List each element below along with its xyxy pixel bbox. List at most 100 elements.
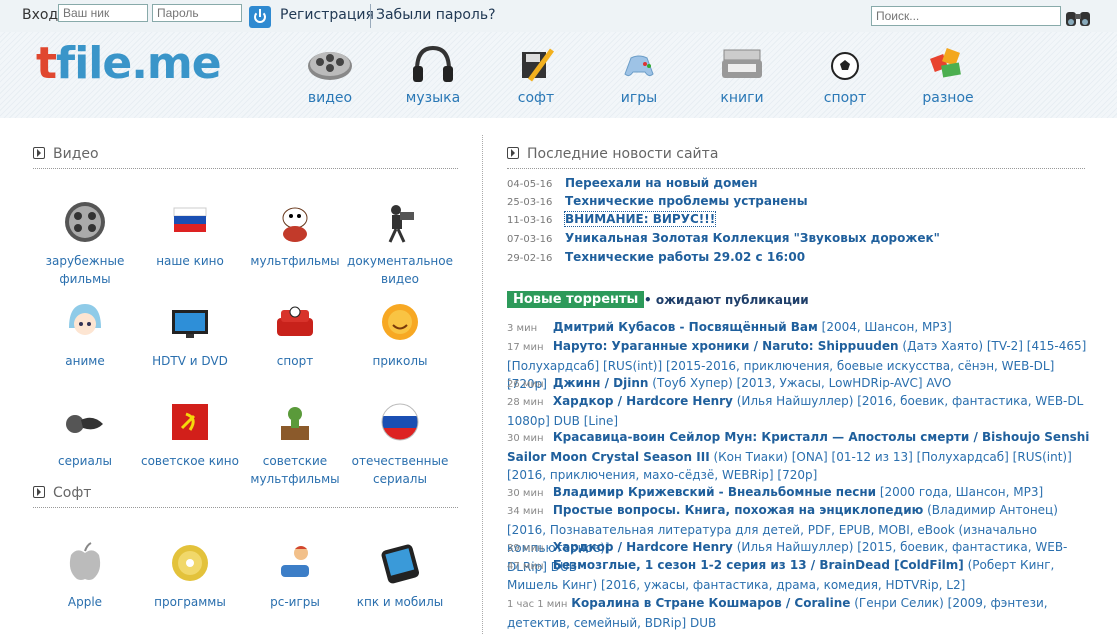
tile-documentary[interactable]: документальное видео — [345, 200, 455, 288]
torrent-title[interactable]: Коралина в Стране Кошмаров / Coraline — [571, 596, 850, 610]
video-section-title[interactable]: Видео — [33, 146, 99, 162]
tile-our-cinema[interactable]: наше кино — [135, 200, 245, 270]
video-title-text: Видео — [53, 146, 99, 162]
film-reel-icon — [308, 52, 352, 80]
tile-pc-games[interactable]: pc-игры — [240, 541, 350, 611]
tile-sport[interactable]: спорт — [240, 300, 350, 370]
news-title[interactable]: Технические проблемы устранены — [565, 194, 808, 208]
category-label: книги — [720, 90, 764, 106]
torrent-time: 47 мин — [507, 561, 544, 572]
category-sport[interactable]: спорт — [805, 44, 885, 106]
cartoon-cow-icon — [282, 207, 308, 242]
tile-apple[interactable]: Apple — [30, 541, 140, 611]
gamepad-icon — [624, 55, 654, 77]
torrent-row[interactable]: 30 мин Владимир Крижевский - Внеальбомны… — [507, 483, 1092, 503]
apple-icon — [69, 542, 101, 580]
news-date: 11-03-16 — [507, 215, 553, 226]
category-label: софт — [517, 90, 555, 106]
torrent-details: (Тоуб Хупер) [2013, Ужасы, LowHDRip-AVC]… — [648, 376, 952, 390]
tile-pda-mobile[interactable]: кпк и мобилы — [345, 541, 455, 611]
arrow-icon — [33, 147, 45, 159]
arrow-icon — [33, 486, 45, 498]
register-link[interactable]: Регистрация — [280, 7, 374, 23]
tile-soviet-cartoons[interactable]: советские мультфильмы — [240, 400, 350, 488]
tile-domestic-series[interactable]: отечественные сериалы — [345, 400, 455, 488]
torrent-row[interactable]: 26 мин Джинн / Djinn (Тоуб Хупер) [2013,… — [507, 374, 1092, 394]
news-item[interactable]: 25-03-16 Технические проблемы устранены — [507, 194, 808, 208]
torrent-title[interactable]: Хардкор / Hardcore Henry — [553, 394, 733, 408]
torrent-title[interactable]: Хардкор / Hardcore Henry — [553, 540, 733, 554]
news-title[interactable]: Переехали на новый домен — [565, 176, 758, 190]
tile-series[interactable]: сериалы — [30, 400, 140, 470]
search-input[interactable] — [871, 6, 1061, 26]
torrent-details: [2000 года, Шансон, MP3] — [876, 485, 1044, 499]
news-title[interactable]: Технические работы 29.02 с 16:00 — [565, 250, 805, 264]
torrent-title[interactable]: Простые вопросы. Книга, похожая на энцик… — [553, 503, 923, 517]
torrent-title[interactable]: Наруто: Ураганные хроники / Naruto: Ship… — [553, 339, 899, 353]
forgot-password-link[interactable]: Забыли пароль? — [376, 7, 496, 23]
torrent-row[interactable]: 30 мин Красавица-воин Сейлор Мун: Криста… — [507, 428, 1092, 484]
torrent-row[interactable]: 3 мин Дмитрий Кубасов - Посвящённый Вам … — [507, 318, 1092, 338]
news-title[interactable]: ВНИМАНИЕ: ВИРУС!!! — [563, 211, 717, 227]
nick-input[interactable] — [58, 4, 148, 22]
tile-cartoons[interactable]: мультфильмы — [240, 200, 350, 270]
tile-programs[interactable]: программы — [135, 541, 245, 611]
smartphone-icon — [381, 544, 419, 584]
category-label: игры — [620, 90, 658, 106]
login-label: Вход: — [22, 7, 63, 23]
category-label: музыка — [405, 90, 461, 106]
tile-label: зарубежные фильмы — [45, 254, 125, 286]
site-logo[interactable]: tfile.me — [36, 38, 222, 89]
new-torrents-badge[interactable]: Новые торренты — [507, 291, 645, 308]
arrow-icon — [507, 147, 519, 159]
laughing-sun-icon — [382, 304, 418, 340]
soft-section-title[interactable]: Софт — [33, 485, 91, 501]
tile-label: pc-игры — [270, 595, 320, 609]
tile-jokes[interactable]: приколы — [345, 300, 455, 370]
category-label: видео — [307, 90, 353, 106]
news-item[interactable]: 04-05-16 Переехали на новый домен — [507, 176, 758, 190]
category-soft[interactable]: софт — [496, 44, 576, 106]
torrent-time: 17 мин — [507, 342, 544, 353]
tile-hdtv-dvd[interactable]: HDTV и DVD — [135, 300, 245, 370]
tile-anime[interactable]: аниме — [30, 300, 140, 370]
torrent-row[interactable]: 1 час 1 мин Коралина в Стране Кошмаров /… — [507, 594, 1092, 632]
news-section-title[interactable]: Последние новости сайта — [507, 146, 718, 162]
russia-flag-icon — [173, 207, 207, 232]
category-games[interactable]: игры — [599, 44, 679, 106]
torrent-row[interactable]: 47 мин Безмозглые, 1 сезон 1-2 серия из … — [507, 556, 1092, 594]
torrent-time: 34 мин — [507, 506, 544, 517]
binoculars-icon[interactable] — [1064, 4, 1092, 28]
awaiting-publication-link[interactable]: • ожидают публикации — [644, 293, 809, 307]
news-item[interactable]: 11-03-16 ВНИМАНИЕ: ВИРУС!!! — [507, 211, 717, 227]
category-music[interactable]: музыка — [393, 44, 473, 106]
tile-soviet-cinema[interactable]: советское кино — [135, 400, 245, 470]
category-books[interactable]: книги — [702, 44, 782, 106]
torrent-time: 30 мин — [507, 433, 544, 444]
tile-label: HDTV и DVD — [152, 354, 228, 368]
torrent-title[interactable]: Владимир Крижевский - Внеальбомные песни — [553, 485, 876, 499]
category-label: спорт — [823, 90, 867, 106]
typewriter-icon — [722, 49, 762, 78]
news-item[interactable]: 29-02-16 Технические работы 29.02 с 16:00 — [507, 250, 805, 264]
divider — [33, 507, 458, 508]
torrent-title[interactable]: Безмозглые, 1 сезон 1-2 серия из 13 / Br… — [553, 558, 964, 572]
news-title[interactable]: Уникальная Золотая Коллекция "Звуковых д… — [565, 231, 940, 245]
gold-disc-icon — [172, 545, 208, 581]
torrent-row[interactable]: 28 мин Хардкор / Hardcore Henry (Илья На… — [507, 392, 1092, 430]
category-video[interactable]: видео — [290, 44, 370, 106]
login-power-icon[interactable] — [249, 6, 271, 28]
torrent-title[interactable]: Дмитрий Кубасов - Посвящённый Вам — [553, 320, 818, 334]
torrent-title[interactable]: Джинн / Djinn — [553, 376, 649, 390]
tile-label: аниме — [65, 354, 105, 368]
news-date: 29-02-16 — [507, 253, 553, 264]
password-input[interactable] — [152, 4, 242, 22]
floppy-pencil-icon — [522, 48, 555, 82]
category-misc[interactable]: разное — [908, 44, 988, 106]
tile-label: советское кино — [140, 454, 239, 468]
torrent-time: 3 мин — [507, 323, 538, 334]
news-item[interactable]: 07-03-16 Уникальная Золотая Коллекция "Зв… — [507, 231, 940, 245]
tile-foreign-films[interactable]: зарубежные фильмы — [30, 200, 140, 288]
news-date: 07-03-16 — [507, 234, 553, 245]
tile-label: спорт — [276, 354, 314, 368]
